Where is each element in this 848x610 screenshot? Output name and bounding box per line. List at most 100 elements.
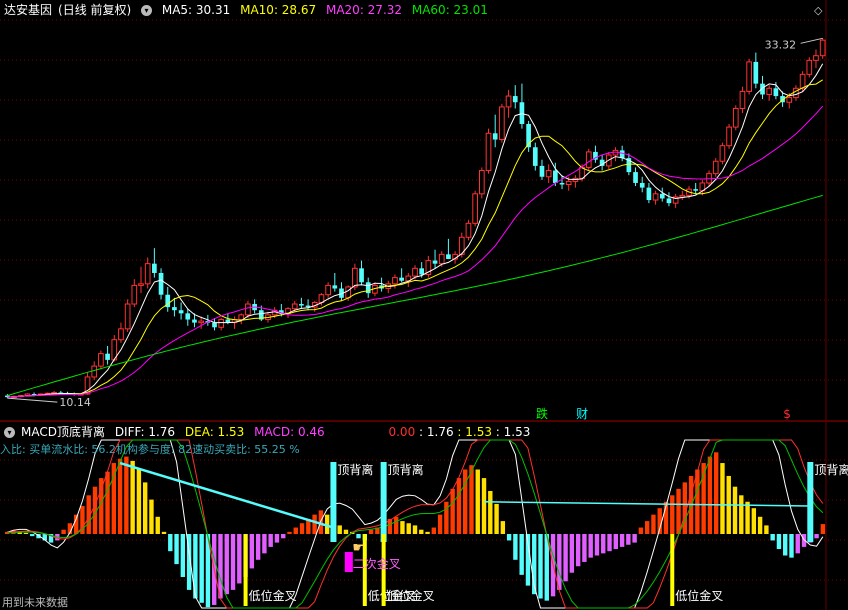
macd-histogram-bar [224,534,229,595]
candle[interactable] [472,190,478,227]
candle[interactable] [339,282,344,301]
macd-histogram-bar [764,525,769,534]
candle[interactable] [753,52,759,89]
candle[interactable] [131,279,138,308]
candle-body [806,59,813,75]
candle[interactable] [399,268,404,283]
event-marker[interactable]: 跌 [536,406,548,421]
candle-body [499,106,505,141]
candle-body [392,277,398,285]
candle[interactable] [425,255,432,278]
candle[interactable] [478,167,485,199]
candle[interactable] [726,123,732,149]
candle[interactable] [105,345,110,365]
candle[interactable] [646,182,652,204]
candle[interactable] [746,58,752,95]
candle[interactable] [639,176,645,193]
candle[interactable] [585,148,592,171]
candle[interactable] [359,260,364,286]
candle[interactable] [739,86,746,114]
candle[interactable] [652,190,659,205]
candle[interactable] [793,85,799,101]
candle[interactable] [144,257,151,289]
candle[interactable] [352,263,358,291]
candle[interactable] [819,38,826,59]
candle-body [693,189,699,191]
candle[interactable] [492,114,498,148]
candle[interactable] [813,49,819,69]
candle[interactable] [712,158,719,177]
indicator-name[interactable]: MACD顶底背离 [21,425,105,439]
candle[interactable] [485,128,492,174]
candle[interactable] [218,317,225,331]
candle[interactable] [165,286,171,312]
candle[interactable] [299,297,304,309]
event-marker[interactable]: $ [783,407,791,421]
candle[interactable] [185,308,191,326]
candle[interactable] [672,193,679,208]
candle[interactable] [238,313,245,325]
candle[interactable] [766,85,773,101]
candle-body [198,320,204,324]
candle[interactable] [806,57,813,78]
second-cross-label: 二次金叉 [353,556,401,571]
candle[interactable] [124,299,131,332]
candle-body [105,353,110,360]
candle[interactable] [666,192,672,207]
candle[interactable] [432,249,438,269]
candle[interactable] [252,299,257,314]
candle[interactable] [332,272,338,292]
macd-histogram-bar [494,503,499,534]
candle[interactable] [158,268,164,300]
candle-body [485,132,492,172]
candle[interactable] [719,142,726,165]
candle[interactable] [526,120,531,152]
chart-period: (日线 前复权) [58,3,132,17]
candle[interactable] [545,164,552,183]
stock-title[interactable]: 达安基因 (日线 前复权) [4,3,131,17]
golden-cross-label: 低位金叉 [249,588,297,603]
candle-body [212,322,217,328]
candle[interactable] [152,248,157,278]
candle[interactable] [599,155,605,171]
candle[interactable] [659,187,665,202]
macd-histogram-bar [676,488,681,534]
candle[interactable] [118,322,124,343]
candle[interactable] [365,277,371,298]
macd-histogram-bar [644,521,650,534]
candlestick-series[interactable] [5,38,826,399]
candle[interactable] [679,190,686,201]
candle[interactable] [178,302,184,320]
candle[interactable] [465,220,472,241]
candle[interactable] [138,266,144,294]
candle[interactable] [593,145,598,163]
chevron-down-icon[interactable]: ▾ [4,427,15,438]
golden-cross-bar [670,534,675,606]
candle[interactable] [693,182,699,194]
chart-canvas[interactable]: 33.3210.14跌财$榜 顶背离顶背离顶背离低位金叉低位金叉低位金叉低位金叉… [0,0,848,610]
macd-histogram-bar [613,534,618,550]
macd-panel[interactable]: 顶背离 顶背离 顶背离低位金叉 低位金叉低位金叉 低位金叉二次金叉☛◇ [4,4,848,609]
candle[interactable] [499,103,505,143]
candle[interactable] [539,159,545,180]
event-marker[interactable]: 财 [576,407,588,421]
candle[interactable] [612,147,619,162]
candle-body [359,268,364,283]
candle[interactable] [732,105,739,131]
macd-histogram-bar [105,471,110,534]
candle[interactable] [325,282,331,298]
candle[interactable] [512,85,518,109]
candle[interactable] [519,83,525,129]
macd-histogram-bar [136,469,142,534]
expand-icon[interactable]: ◇ [814,4,823,17]
ma20-label: MA20: 27.32 [325,3,403,17]
candle[interactable] [446,238,451,260]
candle-body [185,313,191,320]
candle[interactable] [305,299,311,311]
candle[interactable] [633,167,638,187]
candle[interactable] [98,350,104,370]
chevron-down-icon[interactable]: ▾ [141,5,153,16]
candle[interactable] [505,89,512,118]
candle[interactable] [532,142,538,171]
candle[interactable] [572,175,579,188]
